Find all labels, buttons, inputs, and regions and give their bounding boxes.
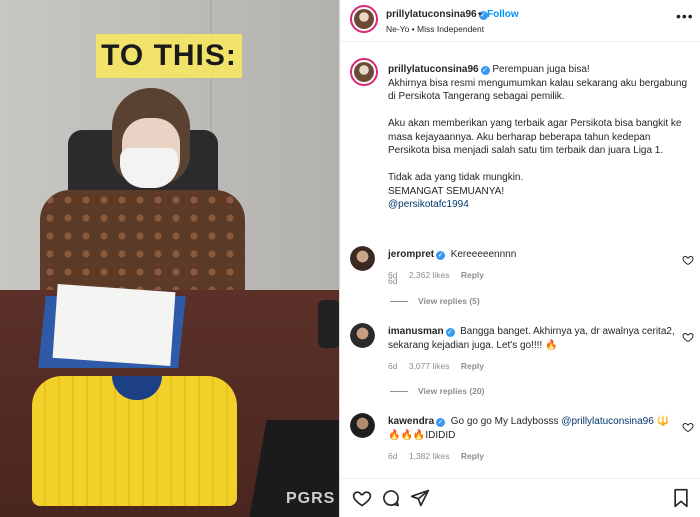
caption-avatar[interactable] <box>350 58 378 86</box>
audio-track[interactable]: Ne-Yo • Miss Independent <box>386 24 484 34</box>
view-replies-line <box>390 391 408 393</box>
author-username[interactable]: prillylatuconsina96 <box>386 9 477 20</box>
comment-meta: 6d 3,077 likes Reply <box>388 361 493 371</box>
view-replies-line <box>390 301 408 303</box>
author-avatar[interactable] <box>350 5 378 33</box>
photo-document <box>52 283 176 367</box>
comment-likes[interactable]: 3,077 likes <box>409 361 450 371</box>
verified-badge-icon: ✓ <box>480 66 490 75</box>
post-header: prillylatuconsina96 ✓ • Follow Ne-Yo • Mi… <box>340 0 700 42</box>
caption-paragraph-3b: SEMANGAT SEMUANYA! <box>388 185 505 197</box>
comment-reply-button[interactable]: Reply <box>461 270 484 280</box>
comment-username[interactable]: kawendra <box>388 416 434 427</box>
view-replies-button[interactable]: View replies (5) <box>390 296 480 306</box>
comment-avatar[interactable] <box>350 246 375 271</box>
comment-avatar[interactable] <box>350 323 375 348</box>
post-photo[interactable]: PGRS TO THIS: <box>0 0 339 517</box>
bookmark-icon[interactable] <box>671 488 691 508</box>
verified-badge-icon: ✓ <box>436 418 446 427</box>
comment-time[interactable]: 6d <box>388 361 397 371</box>
comment-text: jerompret ✓ Kereeeeennnn <box>388 248 678 262</box>
heart-icon[interactable] <box>352 488 372 508</box>
follow-button[interactable]: Follow <box>487 9 519 20</box>
comment-reply-button[interactable]: Reply <box>461 361 484 371</box>
view-replies-label: View replies (20) <box>418 386 485 396</box>
photo-box-text: PGRS <box>286 490 336 507</box>
comment-body: Kereeeeennnn <box>450 249 517 260</box>
comment-like-heart-icon[interactable] <box>682 254 694 266</box>
caption-mention[interactable]: @persikotafc1994 <box>388 199 469 210</box>
comment-username[interactable]: imanusman <box>388 326 444 337</box>
comment-time[interactable]: 6d <box>388 270 397 280</box>
author-avatar-image <box>354 9 374 29</box>
caption-avatar-image <box>354 62 374 82</box>
more-options-icon[interactable]: ••• <box>676 8 694 24</box>
comment-icon[interactable] <box>381 488 401 508</box>
post-action-bar <box>340 478 700 517</box>
comment-text: imanusman ✓ Bangga banget. Akhirnya ya, d… <box>388 325 678 352</box>
comment-body-pre: Go go go My Ladybosss <box>450 416 562 427</box>
comment-avatar-image <box>350 323 375 348</box>
comment-reply-button[interactable]: Reply <box>461 451 484 461</box>
verified-badge-icon: ✓ <box>445 328 455 337</box>
comment-like-heart-icon[interactable] <box>682 331 694 343</box>
comment-avatar[interactable] <box>350 413 375 438</box>
author-username-row: prillylatuconsina96 ✓ <box>386 9 488 20</box>
post-panel: prillylatuconsina96 ✓ • Follow Ne-Yo • Mi… <box>339 0 700 517</box>
photo-banner-text: TO THIS: <box>96 34 242 78</box>
photo-microphone <box>318 300 339 348</box>
caption-paragraph-2: Aku akan memberikan yang terbaik agar Pe… <box>388 118 682 156</box>
comment-text: kawendra ✓ Go go go My Ladybosss @prillyl… <box>388 415 678 442</box>
verified-badge-icon: ✓ <box>436 251 446 260</box>
caption-paragraph-1: Akhirnya bisa resmi mengumumkan kalau se… <box>388 77 688 103</box>
comment-like-heart-icon[interactable] <box>682 421 694 433</box>
caption-first-line: Perempuan juga bisa! <box>492 64 590 75</box>
comment-mention[interactable]: @prillylatuconsina96 <box>561 416 653 427</box>
share-icon[interactable] <box>410 488 430 508</box>
comment-meta: 6d 2,362 likes Reply <box>388 270 493 280</box>
comment-username[interactable]: jerompret <box>388 249 434 260</box>
comment-time[interactable]: 6d <box>388 451 397 461</box>
caption-paragraph-3a: Tidak ada yang tidak mungkin. <box>388 172 524 183</box>
comment-likes[interactable]: 2,362 likes <box>409 270 450 280</box>
caption-username[interactable]: prillylatuconsina96 <box>388 64 479 75</box>
comment-avatar-image <box>350 413 375 438</box>
comment-likes[interactable]: 1,382 likes <box>409 451 450 461</box>
photo-face-mask <box>120 148 178 188</box>
comment-meta: 6d 1,382 likes Reply <box>388 451 493 461</box>
comment-avatar-image <box>350 246 375 271</box>
caption-body: prillylatuconsina96 ✓ Perempuan juga bisa… <box>388 63 688 212</box>
view-replies-button[interactable]: View replies (20) <box>390 386 484 396</box>
view-replies-label: View replies (5) <box>418 296 480 306</box>
header-separator: • <box>478 9 482 20</box>
